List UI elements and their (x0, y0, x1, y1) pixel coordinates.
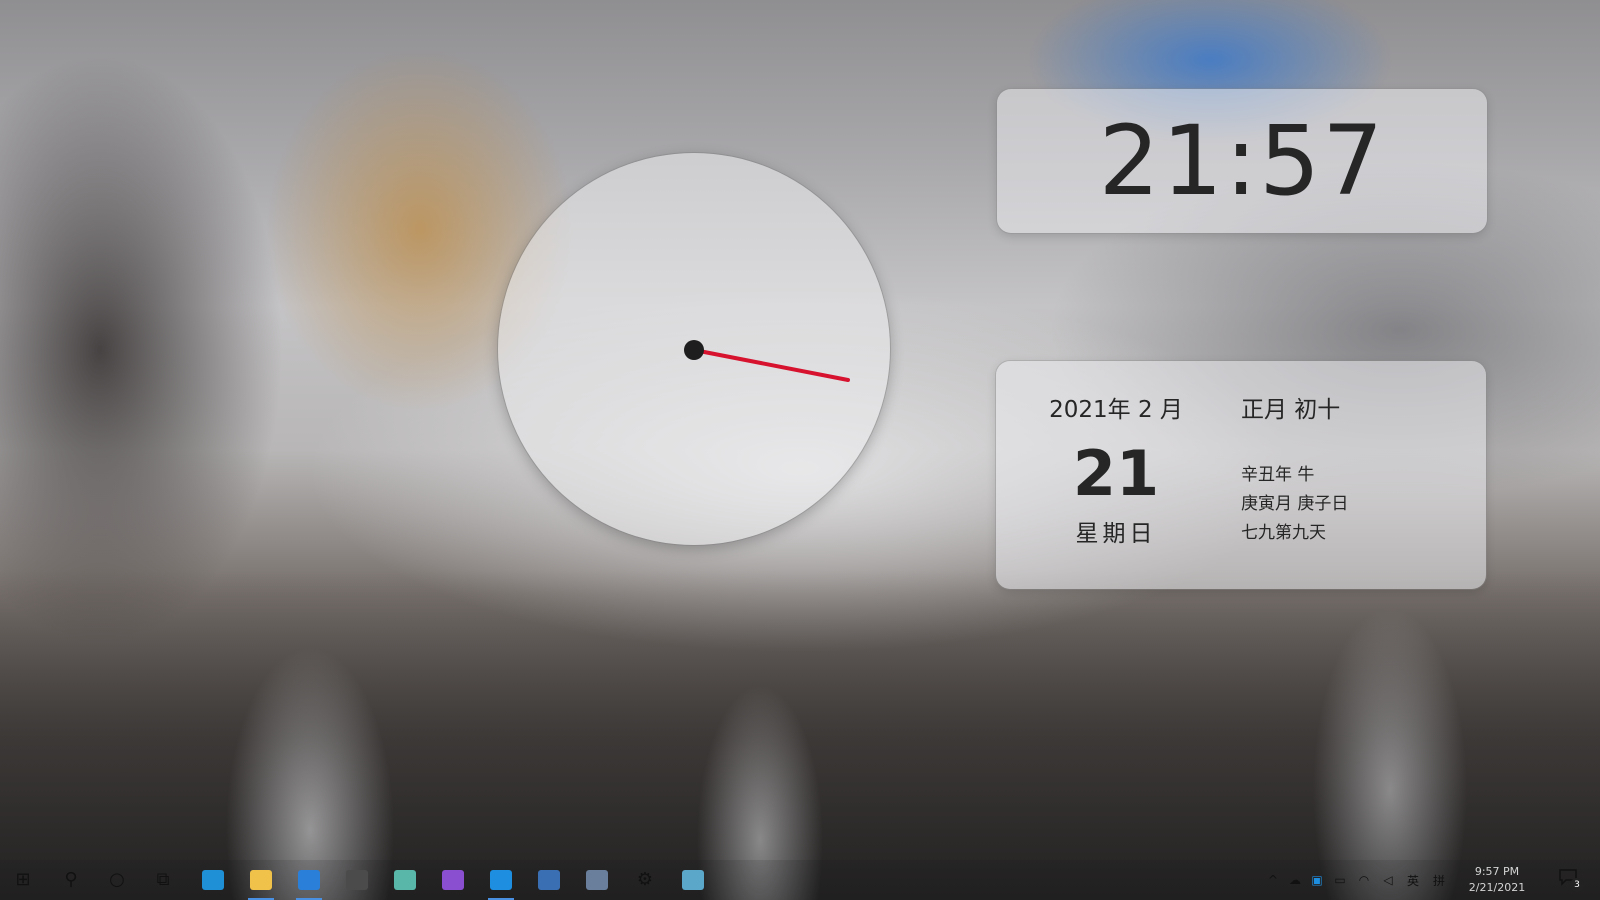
cortana-icon: ○ (109, 869, 125, 890)
calendar-app-taskbar-button[interactable] (526, 860, 572, 900)
app-tile-2-taskbar-button[interactable] (670, 860, 716, 900)
taskbar-time: 9:57 PM (1474, 865, 1520, 878)
digital-time: 21:57 (1098, 105, 1386, 217)
system-tray: ^ ☁ ▣ ▭ ◠ ◁ 英 拼 (1262, 860, 1452, 900)
start-taskbar-button[interactable]: ⊞ (0, 860, 46, 900)
action-center-button[interactable]: 3 (1558, 868, 1584, 892)
battery-icon[interactable]: ▭ (1328, 873, 1352, 887)
remote-tray-icon[interactable]: ▣ (1306, 873, 1328, 887)
second-hand (692, 348, 850, 382)
taskbar-date: 2/21/2021 (1468, 881, 1526, 894)
app-tile-taskbar-button[interactable] (382, 860, 428, 900)
tray-overflow-chevron[interactable]: ^ (1262, 873, 1284, 887)
notification-count-badge: 3 (1570, 878, 1584, 892)
store-taskbar-button[interactable] (334, 860, 380, 900)
onedrive-icon[interactable]: ☁ (1284, 873, 1306, 887)
calendar-solar: 2021年 2 月 21 星期日 (1026, 393, 1206, 551)
wallpaper-foreground (0, 570, 1600, 900)
analog-clock-widget[interactable] (498, 153, 890, 545)
analog-clock-face (684, 340, 850, 382)
app-tile-icon (394, 870, 416, 890)
start-icon: ⊞ (15, 869, 31, 890)
lunar-solar-term: 七九第九天 (1241, 523, 1326, 543)
edge-dev-taskbar-button[interactable] (286, 860, 332, 900)
edge-icon (202, 870, 224, 890)
taskbar-clock[interactable]: 9:57 PM 2/21/2021 (1452, 864, 1542, 896)
lunar-date: 正月 初十 (1241, 397, 1341, 423)
settings-taskbar-button[interactable]: ⚙ (622, 860, 668, 900)
volume-icon[interactable]: ◁ (1376, 873, 1400, 887)
calendar-weekday: 星期日 (1075, 521, 1157, 547)
remote-desktop-icon (490, 870, 512, 890)
network-icon[interactable]: ◠ (1352, 873, 1376, 887)
edge-taskbar-button[interactable] (190, 860, 236, 900)
lunar-month-day: 庚寅月 庚子日 (1241, 494, 1349, 514)
calendar-day: 21 (1072, 437, 1160, 510)
task-view-icon: ⧉ (156, 869, 170, 890)
app-tile-2-icon (682, 870, 704, 890)
photos-taskbar-button[interactable] (574, 860, 620, 900)
lunar-year: 辛丑年 牛 (1241, 465, 1315, 485)
photos-icon (586, 870, 608, 890)
calendar-widget[interactable]: 2021年 2 月 21 星期日 正月 初十 辛丑年 牛 庚寅月 庚子日 七九第… (996, 361, 1486, 589)
search-taskbar-button[interactable]: ⚲ (48, 860, 94, 900)
settings-icon: ⚙ (636, 869, 654, 890)
remote-desktop-taskbar-button[interactable] (478, 860, 524, 900)
file-explorer-taskbar-button[interactable] (238, 860, 284, 900)
language-indicator[interactable]: 英 (1400, 872, 1426, 889)
file-explorer-icon (250, 870, 272, 890)
taskbar: ⊞ ⚲ ○ ⧉ ⚙ ^ ☁ ▣ ▭ ◠ ◁ 英 拼 9:57 PM 2/21/2021 … (0, 860, 1600, 900)
visual-studio-taskbar-button[interactable] (430, 860, 476, 900)
edge-dev-icon (298, 870, 320, 890)
ime-indicator[interactable]: 拼 (1426, 872, 1452, 889)
store-icon (346, 870, 368, 890)
cortana-taskbar-button[interactable]: ○ (94, 860, 140, 900)
calendar-app-icon (538, 870, 560, 890)
clock-center-dot (684, 340, 704, 360)
visual-studio-icon (442, 870, 464, 890)
task-view-taskbar-button[interactable]: ⧉ (140, 860, 186, 900)
calendar-year-month: 2021年 2 月 (1049, 397, 1183, 423)
search-icon: ⚲ (64, 869, 78, 890)
calendar-lunar: 正月 初十 辛丑年 牛 庚寅月 庚子日 七九第九天 (1241, 393, 1348, 548)
digital-clock-widget[interactable]: 21:57 (997, 89, 1487, 233)
